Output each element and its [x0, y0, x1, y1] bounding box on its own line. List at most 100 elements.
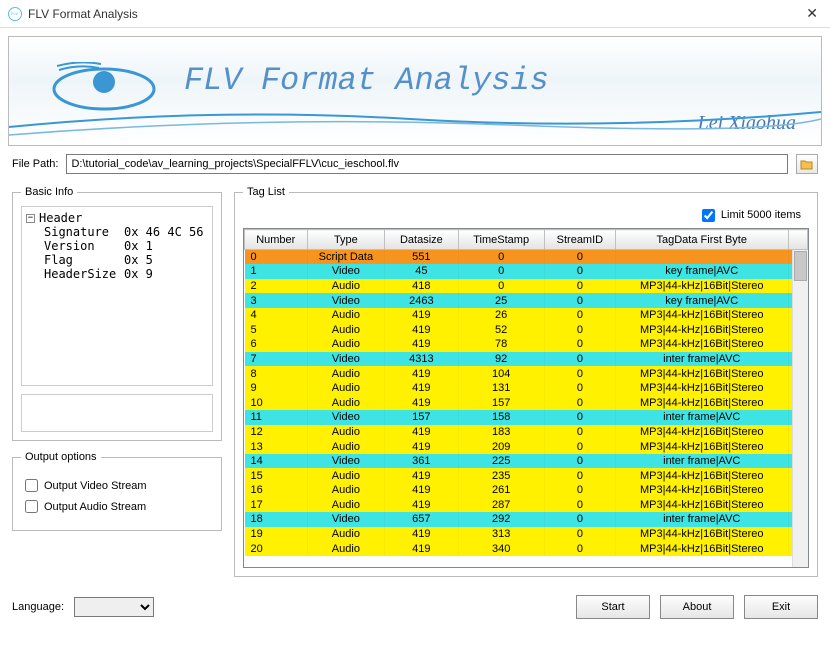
output-video-input[interactable]: [25, 479, 38, 492]
table-cell: 13: [245, 439, 308, 454]
table-cell: 20: [245, 541, 308, 556]
table-cell: Audio: [307, 337, 385, 352]
table-row[interactable]: 7Video4313920inter frame|AVC: [245, 352, 808, 367]
column-header[interactable]: TimeStamp: [458, 230, 544, 250]
table-cell: 18: [245, 512, 308, 527]
tag-list-group: Tag List Limit 5000 items NumberTypeData…: [234, 186, 818, 577]
browse-button[interactable]: [796, 154, 818, 174]
output-audio-input[interactable]: [25, 500, 38, 513]
table-cell: MP3|44-kHz|16Bit|Stereo: [615, 337, 788, 352]
output-audio-checkbox[interactable]: Output Audio Stream: [25, 500, 209, 513]
table-cell: inter frame|AVC: [615, 454, 788, 469]
limit-checkbox[interactable]: Limit 5000 items: [702, 209, 801, 222]
table-row[interactable]: 8Audio4191040MP3|44-kHz|16Bit|Stereo: [245, 366, 808, 381]
table-cell: 0: [544, 425, 615, 440]
scroll-thumb[interactable]: [794, 251, 807, 281]
table-cell: Audio: [307, 439, 385, 454]
table-cell: Video: [307, 264, 385, 279]
table-cell: 0: [544, 512, 615, 527]
column-header[interactable]: Datasize: [385, 230, 458, 250]
tag-table[interactable]: NumberTypeDatasizeTimeStampStreamIDTagDa…: [244, 229, 808, 556]
table-row[interactable]: 3Video2463250key frame|AVC: [245, 293, 808, 308]
start-button[interactable]: Start: [576, 595, 650, 619]
table-row[interactable]: 19Audio4193130MP3|44-kHz|16Bit|Stereo: [245, 527, 808, 542]
exit-button[interactable]: Exit: [744, 595, 818, 619]
header-field: Flag0x 5: [26, 253, 208, 267]
table-cell: 7: [245, 352, 308, 367]
table-cell: 0: [544, 352, 615, 367]
table-row[interactable]: 17Audio4192870MP3|44-kHz|16Bit|Stereo: [245, 498, 808, 513]
filepath-input[interactable]: [66, 154, 788, 174]
language-select[interactable]: [74, 597, 154, 617]
basic-info-group: Basic Info − Header Signature0x 46 4C 56…: [12, 186, 222, 441]
column-header[interactable]: StreamID: [544, 230, 615, 250]
limit-input[interactable]: [702, 209, 715, 222]
header-root-label: Header: [39, 211, 82, 225]
table-cell: 419: [385, 439, 458, 454]
column-header[interactable]: TagData First Byte: [615, 230, 788, 250]
table-row[interactable]: 2Audio41800MP3|44-kHz|16Bit|Stereo: [245, 279, 808, 294]
about-button[interactable]: About: [660, 595, 734, 619]
table-row[interactable]: 4Audio419260MP3|44-kHz|16Bit|Stereo: [245, 308, 808, 323]
table-cell: 0: [245, 250, 308, 265]
tree-collapse-icon[interactable]: −: [26, 214, 35, 223]
table-cell: MP3|44-kHz|16Bit|Stereo: [615, 439, 788, 454]
banner: FLV Format Analysis Lei Xiaohua: [8, 36, 822, 146]
table-cell: 657: [385, 512, 458, 527]
table-cell: 0: [544, 454, 615, 469]
table-row[interactable]: 15Audio4192350MP3|44-kHz|16Bit|Stereo: [245, 468, 808, 483]
app-icon: [8, 7, 22, 21]
table-row[interactable]: 6Audio419780MP3|44-kHz|16Bit|Stereo: [245, 337, 808, 352]
bottom-bar: Language: Start About Exit: [0, 585, 830, 629]
table-row[interactable]: 11Video1571580inter frame|AVC: [245, 410, 808, 425]
table-row[interactable]: 13Audio4192090MP3|44-kHz|16Bit|Stereo: [245, 439, 808, 454]
table-cell: 25: [458, 293, 544, 308]
table-cell: 419: [385, 337, 458, 352]
table-row[interactable]: 5Audio419520MP3|44-kHz|16Bit|Stereo: [245, 322, 808, 337]
table-row[interactable]: 1Video4500key frame|AVC: [245, 264, 808, 279]
table-cell: MP3|44-kHz|16Bit|Stereo: [615, 483, 788, 498]
table-row[interactable]: 12Audio4191830MP3|44-kHz|16Bit|Stereo: [245, 425, 808, 440]
table-cell: 361: [385, 454, 458, 469]
table-cell: 78: [458, 337, 544, 352]
table-cell: MP3|44-kHz|16Bit|Stereo: [615, 468, 788, 483]
table-cell: 19: [245, 527, 308, 542]
table-cell: 0: [544, 293, 615, 308]
table-row[interactable]: 14Video3612250inter frame|AVC: [245, 454, 808, 469]
table-row[interactable]: 10Audio4191570MP3|44-kHz|16Bit|Stereo: [245, 395, 808, 410]
table-cell: 419: [385, 498, 458, 513]
table-row[interactable]: 9Audio4191310MP3|44-kHz|16Bit|Stereo: [245, 381, 808, 396]
language-label: Language:: [12, 601, 64, 613]
table-cell: 3: [245, 293, 308, 308]
close-icon[interactable]: ✕: [802, 5, 822, 22]
column-header[interactable]: [788, 230, 807, 250]
table-cell: Audio: [307, 366, 385, 381]
table-cell: 418: [385, 279, 458, 294]
table-cell: 2: [245, 279, 308, 294]
table-cell: Audio: [307, 468, 385, 483]
table-scrollbar[interactable]: [792, 250, 808, 567]
column-header[interactable]: Number: [245, 230, 308, 250]
table-cell: Audio: [307, 425, 385, 440]
banner-title: FLV Format Analysis: [184, 62, 549, 99]
table-cell: Audio: [307, 498, 385, 513]
column-header[interactable]: Type: [307, 230, 385, 250]
table-row[interactable]: 18Video6572920inter frame|AVC: [245, 512, 808, 527]
output-video-checkbox[interactable]: Output Video Stream: [25, 479, 209, 492]
table-cell: 340: [458, 541, 544, 556]
table-cell: 209: [458, 439, 544, 454]
table-row[interactable]: 0Script Data55100: [245, 250, 808, 265]
table-cell: 0: [544, 468, 615, 483]
table-row[interactable]: 20Audio4193400MP3|44-kHz|16Bit|Stereo: [245, 541, 808, 556]
table-cell: 0: [544, 527, 615, 542]
filepath-label: File Path:: [12, 158, 58, 170]
table-cell: 419: [385, 381, 458, 396]
table-cell: 5: [245, 322, 308, 337]
table-row[interactable]: 16Audio4192610MP3|44-kHz|16Bit|Stereo: [245, 483, 808, 498]
table-cell: MP3|44-kHz|16Bit|Stereo: [615, 279, 788, 294]
table-cell: 0: [544, 250, 615, 265]
table-cell: 419: [385, 483, 458, 498]
table-cell: 419: [385, 468, 458, 483]
table-cell: Audio: [307, 322, 385, 337]
table-cell: Audio: [307, 308, 385, 323]
